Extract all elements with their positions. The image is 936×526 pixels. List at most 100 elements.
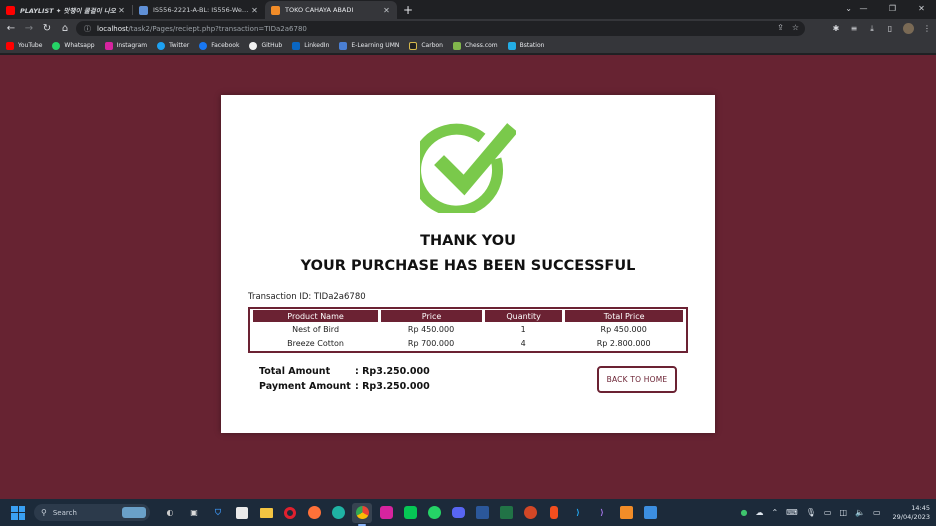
minimize-button[interactable]: — [849,0,878,17]
chevron-up-icon[interactable]: ⌃ [771,508,778,517]
url-path: /task2/Pages/reciept.php?transaction=TID… [128,24,307,33]
vscode-icon[interactable]: ⟩ [568,503,588,523]
windows-start-icon[interactable] [11,505,25,520]
table-header-row: Product Name Price Quantity Total Price [253,310,683,322]
paint-icon[interactable] [640,503,660,523]
bookmark-carbon[interactable]: Carbon [409,41,443,50]
github-icon [249,41,258,50]
url-host: localhost [97,24,129,33]
xampp-app-icon[interactable] [616,503,636,523]
whatsapp-app-icon[interactable] [424,503,444,523]
microphone-icon[interactable]: 🎙 [806,508,816,517]
bookmark-label: LinkedIn [304,42,330,49]
network-icon[interactable]: ◫ [839,508,847,517]
youtube-icon [6,5,15,15]
windows-taskbar: ⚲ Search ◐ ▣ ⛉ ⟩ ⟩ ● ☁ ⌃ ⌨ 🎙 ▭ ◫ 🔈 ▭ 14:… [0,499,936,526]
bookmark-label: YouTube [18,42,43,49]
file-explorer-icon[interactable] [256,503,276,523]
close-icon[interactable]: ✕ [117,6,126,15]
info-icon[interactable]: ⓘ [84,24,91,34]
tab-playlist[interactable]: PLAYLIST ✦ 맛챙이 쿨걸이 나오 ✕ [0,1,132,19]
powerpoint-icon[interactable] [520,503,540,523]
xampp-icon [271,5,280,15]
discord-icon[interactable] [448,503,468,523]
bookmark-youtube[interactable]: YouTube [6,41,43,50]
chess-pawn-icon [452,41,461,50]
sidepanel-icon[interactable]: ▯ [881,24,899,33]
success-check-icon [420,123,516,213]
close-icon[interactable]: ✕ [250,6,259,15]
display-icon[interactable]: ▭ [824,508,832,517]
bookmark-facebook[interactable]: Facebook [199,41,240,50]
search-placeholder: Search [52,508,77,517]
bookmark-label: Facebook [211,42,240,49]
search-icon: ⚲ [41,508,47,517]
widget-icon[interactable]: ◐ [160,503,180,523]
restore-button[interactable]: ❐ [878,0,907,17]
bookmark-instagram[interactable]: Instagram [104,41,147,50]
media-icon[interactable]: ≡ [845,24,863,33]
firefox-icon[interactable] [304,503,324,523]
figma-icon[interactable] [544,503,564,523]
clock-date: 29/04/2023 [892,512,930,521]
bookmark-label: Twitter [169,42,190,49]
close-window-button[interactable]: ✕ [907,0,936,17]
keyboard-icon[interactable]: ⌨ [786,508,798,517]
payment-amount-label: Payment Amount [259,381,351,392]
new-tab-button[interactable]: + [397,1,419,19]
total-price-cell: Rp 2.800.000 [596,338,651,348]
column-header: Price [380,310,482,322]
bookmark-bstation[interactable]: Bstation [507,41,545,50]
bookmark-github[interactable]: GitHub [249,41,282,50]
extensions-icon[interactable]: ✱ [827,24,845,33]
bookmark-chess[interactable]: Chess.com [452,41,498,50]
tab-title: TOKO CAHAYA ABADI [285,6,354,14]
bookmark-elearning[interactable]: E-Learning UMN [339,41,399,50]
chrome-icon[interactable] [352,502,372,526]
bookmark-whatsapp[interactable]: Whatsapp [52,41,95,50]
taskbar-search[interactable]: ⚲ Search [34,504,150,521]
line-icon[interactable] [400,503,420,523]
download-icon[interactable]: ⤓ [863,24,881,34]
home-icon[interactable]: ⌂ [56,20,74,38]
excel-icon[interactable] [496,503,516,523]
profile-avatar[interactable] [903,23,914,34]
menu-icon[interactable]: ⋮ [918,24,936,33]
order-table: Product Name Price Quantity Total Price … [248,307,688,353]
close-icon[interactable]: ✕ [382,6,391,15]
bookmark-linkedin[interactable]: LinkedIn [292,41,330,50]
task-view-icon[interactable]: ▣ [184,503,204,523]
table-row: Breeze Cotton Rp 700.000 4 Rp 2.800.000 [253,336,683,350]
bookmark-label: Chess.com [464,42,498,49]
column-header: Product Name [253,310,379,322]
tab-is556[interactable]: IS556-2221-A-BL: IS556-Web De ✕ [133,1,265,19]
receipt-card: THANK YOU YOUR PURCHASE HAS BEEN SUCCESS… [221,95,715,433]
bookmark-star-icon[interactable]: ☆ [792,23,799,32]
visual-studio-icon[interactable]: ⟩ [592,503,612,523]
word-icon[interactable] [472,503,492,523]
browser-toolbar: ← → ↻ ⌂ ⓘ localhost/task2/Pages/reciept.… [0,19,936,38]
instagram-app-icon[interactable] [376,503,396,523]
quantity-cell: 1 [520,324,526,334]
tab-toko-cahaya-abadi[interactable]: TOKO CAHAYA ABADI ✕ [265,1,397,19]
forward-icon[interactable]: → [20,20,38,38]
elearning-icon [339,41,348,50]
share-icon[interactable]: ⇪ [777,23,784,32]
opera-icon[interactable] [280,503,300,523]
battery-icon[interactable]: ▭ [873,508,881,517]
address-bar[interactable]: ⓘ localhost/task2/Pages/reciept.php?tran… [76,21,805,36]
transaction-id: Transaction ID: TIDa2a6780 [248,292,366,302]
facebook-icon [199,41,208,50]
bookmark-twitter[interactable]: Twitter [157,41,190,50]
tab-strip: PLAYLIST ✦ 맛챙이 쿨걸이 나오 ✕ IS556-2221-A-BL:… [0,0,936,19]
edge-icon[interactable] [328,503,348,523]
taskbar-clock[interactable]: 14:45 29/04/2023 [893,504,930,522]
store-icon[interactable] [232,503,252,523]
reload-icon[interactable]: ↻ [38,20,56,38]
defender-icon[interactable]: ⛉ [208,503,228,523]
back-icon[interactable]: ← [2,20,20,38]
back-to-home-button[interactable]: BACK TO HOME [597,366,677,393]
onedrive-icon[interactable]: ☁ [755,508,763,517]
volume-icon[interactable]: 🔈 [855,508,865,517]
bookmark-label: Bstation [519,42,545,49]
